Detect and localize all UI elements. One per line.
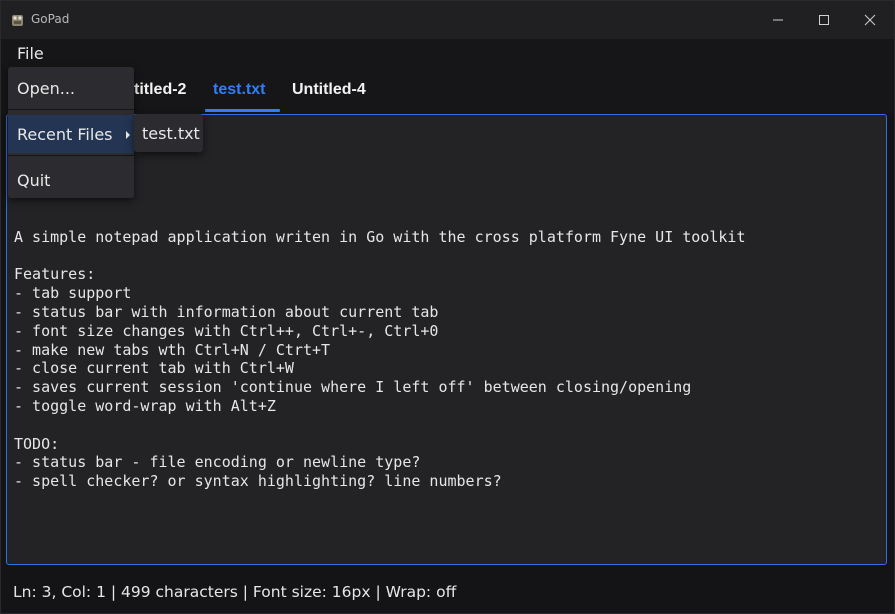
menu-item-label: Quit xyxy=(17,170,51,190)
recent-files-submenu[interactable]: test.txt xyxy=(134,114,203,152)
close-button[interactable] xyxy=(847,1,893,39)
text-editor[interactable]: A simple notepad application writen in G… xyxy=(6,114,887,565)
menu-separator xyxy=(8,109,134,110)
status-text: Ln: 3, Col: 1 | 499 characters | Font si… xyxy=(13,583,457,601)
title-bar[interactable]: GoPad xyxy=(1,1,894,39)
menu-bar: File xyxy=(1,39,894,68)
maximize-icon xyxy=(819,15,829,25)
app-window: GoPad File titled-2 test.txt Untitled-4 xyxy=(0,0,895,614)
window-title: GoPad xyxy=(31,12,70,26)
file-dropdown-menu: Open... Recent Files Quit xyxy=(8,67,134,198)
tab-bar: titled-2 test.txt Untitled-4 xyxy=(1,68,894,114)
tab-test-txt[interactable]: test.txt xyxy=(213,81,265,99)
menu-item-recent-files[interactable]: Recent Files xyxy=(8,115,134,153)
minimize-button[interactable] xyxy=(755,1,801,39)
minimize-icon xyxy=(773,19,783,21)
menu-item-quit[interactable]: Quit xyxy=(8,161,134,199)
menu-separator xyxy=(8,155,134,156)
tab-untitled-4[interactable]: Untitled-4 xyxy=(292,81,366,99)
maximize-button[interactable] xyxy=(801,1,847,39)
menu-item-label: Open... xyxy=(17,78,75,98)
menu-item-open[interactable]: Open... xyxy=(8,69,134,107)
menu-item-label: Recent Files xyxy=(17,124,113,144)
status-bar: Ln: 3, Col: 1 | 499 characters | Font si… xyxy=(1,571,894,613)
submenu-arrow-icon xyxy=(126,131,130,139)
close-icon xyxy=(864,14,876,26)
active-tab-indicator xyxy=(205,109,280,112)
file-menu[interactable]: File xyxy=(17,44,44,63)
recent-file-item[interactable]: test.txt xyxy=(142,124,200,143)
gopher-icon xyxy=(12,15,23,26)
tab-untitled-2[interactable]: titled-2 xyxy=(134,81,186,99)
